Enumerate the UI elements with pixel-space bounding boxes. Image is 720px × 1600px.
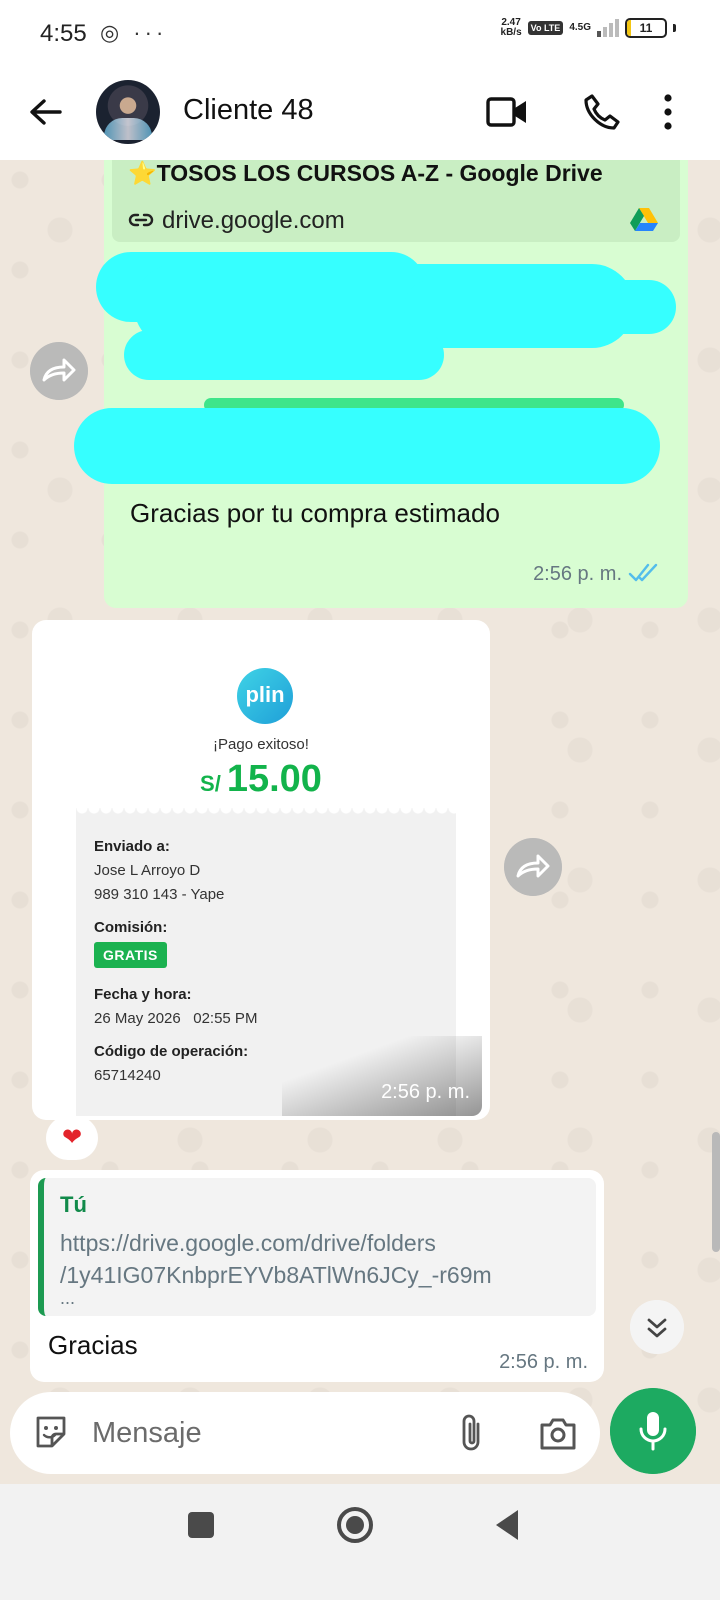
currency: S/ (200, 771, 221, 796)
avatar[interactable] (96, 80, 160, 144)
network-type: 4.5G (569, 22, 591, 33)
chat-header: Cliente 48 (0, 66, 720, 160)
scroll-to-bottom-button[interactable] (630, 1300, 684, 1354)
more-vert-icon[interactable] (660, 92, 676, 132)
nav-back-icon[interactable] (492, 1506, 522, 1544)
attach-icon[interactable] (456, 1412, 486, 1454)
battery-fill (627, 20, 632, 36)
forward-icon[interactable] (30, 342, 88, 400)
phone-icon[interactable] (582, 92, 622, 132)
google-drive-icon (630, 208, 658, 231)
notification-icons: ◎ ··· (100, 20, 168, 45)
signal-icon (597, 19, 619, 37)
redaction-mark (74, 408, 660, 484)
sticker-icon[interactable] (32, 1414, 70, 1452)
message-time: 2:56 p. m. (499, 1351, 588, 1373)
battery-icon: 11 (625, 18, 667, 38)
status-indicators: 2.47 kB/s Vo LTE 4.5G 11 (501, 18, 676, 38)
message-text: Gracias por tu compra estimado (130, 498, 500, 528)
payment-receipt-image[interactable]: plin ¡Pago exitoso! S/15.00 Enviado a: J… (40, 628, 482, 1116)
message-time: 2:56 p. m. (381, 1081, 470, 1103)
chat-area[interactable]: ⭐TOSOS LOS CURSOS A-Z - Google Drive dri… (0, 160, 720, 1512)
video-call-icon[interactable] (486, 94, 528, 130)
message-text: Gracias (48, 1330, 138, 1360)
link-icon (128, 213, 154, 227)
quote-text-line: /1y41IG07KnbprEYVb8ATlWn6JCy_-r69m (60, 1262, 492, 1288)
arrow-back-icon[interactable] (26, 92, 66, 132)
battery-tip (673, 24, 676, 32)
commission-label: Comisión: (94, 919, 168, 936)
battery-level: 11 (639, 21, 653, 35)
link-domain: drive.google.com (162, 207, 345, 234)
microphone-icon[interactable] (610, 1388, 696, 1474)
datetime-label: Fecha y hora: (94, 986, 192, 1003)
quoted-message[interactable]: Tú https://drive.google.com/drive/folder… (38, 1178, 596, 1316)
sent-to-label: Enviado a: (94, 838, 170, 855)
payment-status: ¡Pago exitoso! (213, 736, 309, 753)
message-composer (10, 1392, 600, 1474)
image-shade (282, 1036, 482, 1116)
operation-code: 65714240 (94, 1067, 161, 1084)
status-bar: 4:55 ◎ ··· 2.47 kB/s Vo LTE 4.5G 11 (0, 0, 720, 66)
system-nav-bar (0, 1484, 720, 1600)
message-time: 2:56 p. m. (533, 563, 622, 585)
redaction-mark (124, 330, 444, 380)
contact-name[interactable]: Cliente 48 (183, 94, 314, 127)
forward-icon[interactable] (504, 838, 562, 896)
network-speed: 2.47 kB/s (501, 18, 522, 38)
incoming-reply-message[interactable]: Tú https://drive.google.com/drive/folder… (30, 1170, 604, 1382)
heart-reaction[interactable]: ❤ (46, 1116, 98, 1160)
plin-logo: plin (237, 668, 293, 724)
status-time: 4:55 (40, 20, 87, 47)
volte-icon: Vo LTE (527, 21, 564, 35)
scrollbar[interactable] (712, 1132, 720, 1252)
operation-label: Código de operación: (94, 1043, 249, 1060)
outgoing-message[interactable]: ⭐TOSOS LOS CURSOS A-Z - Google Drive dri… (74, 160, 688, 608)
redaction-mark (404, 280, 676, 334)
incoming-image-message[interactable]: plin ¡Pago exitoso! S/15.00 Enviado a: J… (32, 620, 490, 1120)
network-speed-unit: kB/s (500, 27, 522, 38)
message-input[interactable] (92, 1412, 442, 1454)
camera-icon[interactable] (538, 1414, 578, 1452)
payment-amount: S/15.00 (40, 758, 482, 801)
recipient-name: Jose L Arroyo D (94, 862, 201, 879)
datetime-value: 26 May 2026 02:55 PM (94, 1010, 258, 1027)
commission-badge: GRATIS (94, 942, 167, 968)
quote-text-line: https://drive.google.com/drive/folders (60, 1230, 436, 1256)
recent-apps-icon[interactable] (188, 1512, 214, 1538)
link-title: ⭐TOSOS LOS CURSOS A-Z - Google Drive (128, 160, 603, 186)
double-check-icon (628, 563, 658, 582)
recipient-phone: 989 310 143 - Yape (94, 886, 225, 903)
link-preview[interactable]: ⭐TOSOS LOS CURSOS A-Z - Google Drive dri… (112, 160, 680, 242)
home-icon[interactable] (336, 1506, 374, 1544)
amount-value: 15.00 (226, 758, 322, 800)
quote-author: Tú (60, 1192, 87, 1217)
quote-text-line: ... (60, 1288, 76, 1308)
